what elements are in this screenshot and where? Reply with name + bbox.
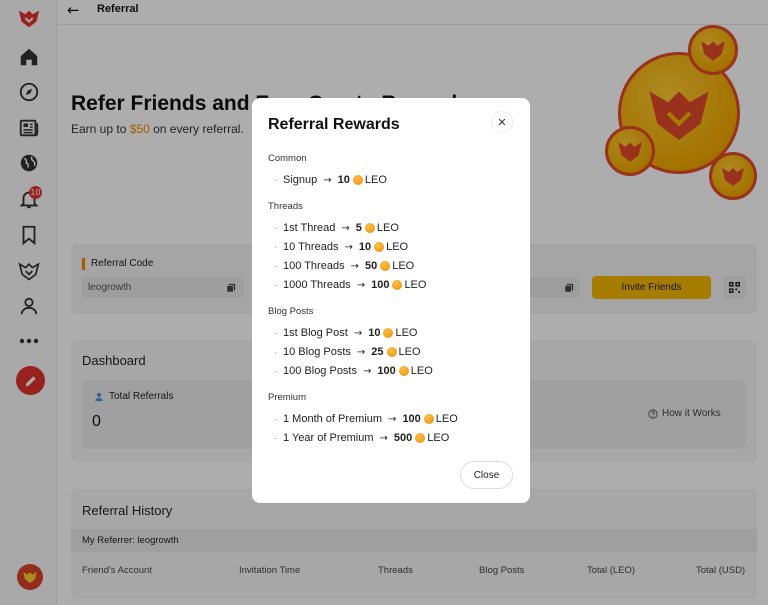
reward-token: LEO bbox=[364, 174, 387, 186]
leo-coin-icon bbox=[386, 347, 397, 357]
reward-label: 1st Blog Post bbox=[283, 327, 348, 339]
reward-row: · 1 Month of Premium → 100 LEO bbox=[274, 412, 458, 426]
reward-row: · 1st Blog Post → 10 LEO bbox=[274, 326, 417, 340]
bullet: · bbox=[274, 433, 277, 443]
reward-value: 10 bbox=[358, 241, 372, 253]
bullet: · bbox=[274, 366, 277, 376]
reward-label: 100 Threads bbox=[283, 260, 345, 272]
arrow-right-icon: → bbox=[353, 327, 363, 339]
leo-coin-icon bbox=[423, 414, 434, 424]
reward-label: 1st Thread bbox=[283, 222, 336, 234]
bullet: · bbox=[274, 223, 277, 233]
section-title: Premium bbox=[268, 392, 307, 403]
reward-label: 1 Month of Premium bbox=[283, 413, 383, 425]
arrow-right-icon: → bbox=[344, 241, 353, 253]
reward-token: LEO bbox=[395, 327, 418, 339]
reward-token: LEO bbox=[404, 279, 427, 291]
arrow-right-icon: → bbox=[379, 432, 388, 444]
leo-coin-icon bbox=[383, 328, 394, 338]
reward-label: 100 Blog Posts bbox=[283, 365, 357, 377]
reward-row: · 1000 Threads → 100 LEO bbox=[274, 278, 426, 292]
section-title: Blog Posts bbox=[268, 306, 314, 317]
leo-coin-icon bbox=[398, 366, 409, 376]
reward-value: 100 bbox=[377, 365, 396, 377]
reward-row: · 100 Blog Posts → 100 LEO bbox=[274, 364, 433, 378]
bullet: · bbox=[274, 242, 277, 252]
reward-token: LEO bbox=[392, 260, 415, 272]
reward-token: LEO bbox=[386, 241, 409, 253]
leo-coin-icon bbox=[352, 175, 363, 185]
reward-label: 1000 Threads bbox=[283, 279, 351, 291]
close-icon[interactable]: ✕ bbox=[491, 111, 513, 133]
reward-value: 100 bbox=[402, 413, 421, 425]
leo-coin-icon bbox=[380, 261, 391, 271]
referral-rewards-modal: Referral Rewards ✕ Common · Signup → 10 LEO Th… bbox=[252, 98, 530, 503]
reward-value: 500 bbox=[393, 432, 413, 444]
reward-label: 10 Threads bbox=[283, 241, 339, 253]
reward-token: LEO bbox=[398, 346, 421, 358]
reward-value: 5 bbox=[355, 222, 362, 234]
section-title: Threads bbox=[268, 201, 303, 212]
bullet: · bbox=[274, 175, 277, 185]
leo-coin-icon bbox=[392, 280, 403, 290]
bullet: · bbox=[274, 261, 277, 271]
reward-token: LEO bbox=[427, 432, 450, 444]
reward-row: · 10 Blog Posts → 25 LEO bbox=[274, 345, 421, 359]
arrow-right-icon: → bbox=[341, 222, 350, 234]
bullet: · bbox=[274, 280, 277, 290]
bullet: · bbox=[274, 414, 277, 424]
bullet: · bbox=[274, 328, 277, 338]
section-title: Common bbox=[268, 153, 307, 164]
reward-row: · Signup → 10 LEO bbox=[274, 173, 387, 187]
reward-value: 10 bbox=[368, 327, 381, 339]
reward-token: LEO bbox=[410, 365, 433, 377]
reward-value: 10 bbox=[337, 174, 350, 186]
arrow-right-icon: → bbox=[356, 279, 366, 291]
leo-coin-icon bbox=[374, 242, 385, 252]
reward-value: 100 bbox=[371, 279, 390, 291]
arrow-right-icon: → bbox=[350, 260, 359, 272]
reward-row: · 1st Thread → 5 LEO bbox=[274, 221, 399, 235]
bullet: · bbox=[274, 347, 277, 357]
reward-label: 1 Year of Premium bbox=[283, 432, 374, 444]
reward-token: LEO bbox=[435, 413, 458, 425]
modal-title: Referral Rewards bbox=[268, 116, 400, 133]
arrow-right-icon: → bbox=[356, 346, 366, 358]
reward-value: 25 bbox=[371, 346, 384, 358]
arrow-right-icon: → bbox=[323, 174, 332, 186]
reward-label: 10 Blog Posts bbox=[283, 346, 351, 358]
reward-row: · 100 Threads → 50 LEO bbox=[274, 259, 414, 273]
reward-token: LEO bbox=[376, 222, 399, 234]
leo-coin-icon bbox=[364, 223, 375, 233]
close-button[interactable]: Close bbox=[460, 461, 513, 489]
leo-coin-icon bbox=[415, 433, 426, 443]
arrow-right-icon: → bbox=[388, 413, 397, 425]
reward-row: · 1 Year of Premium → 500 LEO bbox=[274, 431, 449, 445]
reward-value: 50 bbox=[364, 260, 378, 272]
reward-label: Signup bbox=[283, 174, 318, 186]
reward-row: · 10 Threads → 10 LEO bbox=[274, 240, 408, 254]
arrow-right-icon: → bbox=[363, 365, 372, 377]
